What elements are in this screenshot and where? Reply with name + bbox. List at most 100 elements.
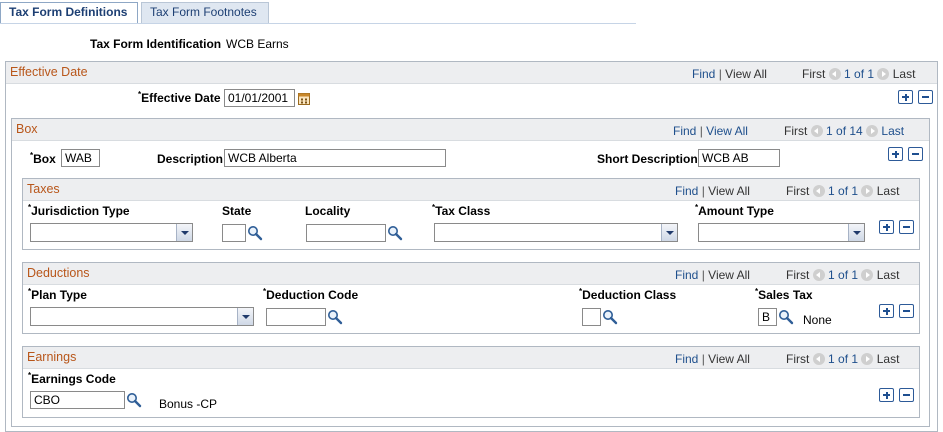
nav-separator: | bbox=[701, 268, 705, 282]
nav-separator: | bbox=[701, 184, 705, 198]
arrow-right-icon bbox=[877, 68, 890, 80]
arrow-left-icon bbox=[812, 269, 825, 281]
box-add-button[interactable] bbox=[888, 147, 903, 161]
effective-date-pager: First 1 of 1 Last bbox=[802, 67, 915, 81]
deduction-class-label: *Deduction Class bbox=[579, 287, 677, 302]
arrow-right-icon[interactable] bbox=[866, 125, 879, 137]
deduction-class-lookup-icon[interactable] bbox=[602, 309, 618, 325]
nav-separator: | bbox=[701, 352, 705, 366]
box-title: Box bbox=[16, 122, 38, 136]
taxes-page-indicator: 1 of 1 bbox=[828, 184, 859, 198]
taxes-find-link[interactable]: Find bbox=[675, 184, 698, 198]
box-first: First bbox=[784, 124, 808, 138]
sales-tax-lookup-icon[interactable] bbox=[778, 309, 794, 325]
deduction-class-input[interactable] bbox=[582, 308, 601, 326]
sales-tax-input[interactable]: B bbox=[758, 308, 777, 326]
tab-divider bbox=[0, 23, 636, 24]
tax-class-select[interactable] bbox=[434, 223, 678, 242]
state-input[interactable] bbox=[222, 224, 246, 242]
arrow-left-icon bbox=[828, 68, 841, 80]
earnings-find-link[interactable]: Find bbox=[675, 352, 698, 366]
nav-separator: | bbox=[718, 67, 722, 81]
description-input[interactable]: WCB Alberta bbox=[224, 149, 446, 167]
earnings-add-button[interactable] bbox=[879, 388, 894, 402]
deductions-last: Last bbox=[876, 268, 900, 282]
taxes-nav: Find | View All bbox=[675, 184, 750, 198]
plan-type-select[interactable] bbox=[30, 307, 254, 326]
chevron-down-icon[interactable] bbox=[848, 224, 864, 241]
chevron-down-icon[interactable] bbox=[176, 224, 192, 241]
short-description-label: Short Description bbox=[597, 152, 698, 166]
arrow-right-icon bbox=[861, 353, 874, 365]
tab-tax-form-definitions[interactable]: Tax Form Definitions bbox=[0, 2, 138, 24]
earnings-last: Last bbox=[876, 352, 900, 366]
arrow-right-icon bbox=[861, 185, 874, 197]
earnings-first: First bbox=[786, 352, 810, 366]
deductions-pager: First 1 of 1 Last bbox=[786, 268, 899, 282]
calendar-icon[interactable] bbox=[298, 92, 310, 105]
box-view-all-link[interactable]: View All bbox=[706, 124, 748, 138]
deductions-page-indicator: 1 of 1 bbox=[828, 268, 859, 282]
plan-type-label: *Plan Type bbox=[28, 287, 87, 302]
locality-lookup-icon[interactable] bbox=[387, 225, 403, 241]
box-input[interactable]: WAB bbox=[61, 149, 100, 167]
deductions-find-link[interactable]: Find bbox=[675, 268, 698, 282]
tax-class-label: *Tax Class bbox=[432, 203, 491, 218]
effective-date-title: Effective Date bbox=[10, 65, 88, 79]
nav-separator: | bbox=[699, 124, 703, 138]
deductions-add-button[interactable] bbox=[879, 304, 894, 318]
amount-type-select[interactable] bbox=[698, 223, 865, 242]
taxes-last: Last bbox=[876, 184, 900, 198]
effective-date-last: Last bbox=[892, 67, 916, 81]
earnings-code-lookup-icon[interactable] bbox=[126, 392, 142, 408]
short-description-input[interactable]: WCB AB bbox=[698, 149, 780, 167]
jurisdiction-type-select[interactable] bbox=[30, 223, 193, 242]
taxes-title: Taxes bbox=[27, 182, 60, 196]
deduction-code-input[interactable] bbox=[266, 308, 326, 326]
box-delete-button[interactable] bbox=[908, 147, 923, 161]
effective-date-add-button[interactable] bbox=[898, 90, 913, 104]
effective-date-find-link[interactable]: Find bbox=[692, 67, 715, 81]
deduction-code-lookup-icon[interactable] bbox=[327, 309, 343, 325]
taxes-delete-button[interactable] bbox=[899, 220, 914, 234]
locality-input[interactable] bbox=[306, 224, 386, 242]
effective-date-first: First bbox=[802, 67, 826, 81]
earnings-code-label: *Earnings Code bbox=[28, 371, 116, 386]
earnings-title: Earnings bbox=[27, 350, 77, 364]
box-find-link[interactable]: Find bbox=[673, 124, 696, 138]
earnings-header: Earnings Find | View All First 1 of 1 La… bbox=[23, 347, 919, 369]
arrow-right-icon bbox=[861, 269, 874, 281]
chevron-down-icon[interactable] bbox=[661, 224, 677, 241]
deductions-header: Deductions Find | View All First 1 of 1 … bbox=[23, 263, 919, 285]
taxes-first: First bbox=[786, 184, 810, 198]
state-lookup-icon[interactable] bbox=[247, 225, 263, 241]
sales-tax-description: None bbox=[803, 313, 832, 327]
earnings-group: Earnings Find | View All First 1 of 1 La… bbox=[22, 346, 920, 418]
arrow-left-icon bbox=[812, 353, 825, 365]
box-pager: First 1 of 14 Last bbox=[784, 124, 904, 138]
deductions-first: First bbox=[786, 268, 810, 282]
earnings-nav: Find | View All bbox=[675, 352, 750, 366]
deductions-delete-button[interactable] bbox=[899, 304, 914, 318]
taxes-pager: First 1 of 1 Last bbox=[786, 184, 899, 198]
tab-tax-form-footnotes[interactable]: Tax Form Footnotes bbox=[141, 2, 269, 23]
earnings-page-indicator: 1 of 1 bbox=[828, 352, 859, 366]
effective-date-nav: Find | View All bbox=[692, 67, 767, 81]
chevron-down-icon[interactable] bbox=[237, 308, 253, 325]
amount-type-label: *Amount Type bbox=[695, 203, 774, 218]
effective-date-input[interactable]: 01/01/2001 bbox=[224, 89, 295, 107]
box-last-link[interactable]: Last bbox=[881, 124, 904, 138]
earnings-code-description: Bonus -CP bbox=[159, 397, 218, 411]
tax-form-id-label: Tax Form Identification bbox=[90, 37, 222, 51]
earnings-delete-button[interactable] bbox=[899, 388, 914, 402]
effective-date-delete-button[interactable] bbox=[918, 90, 933, 104]
taxes-header: Taxes Find | View All First 1 of 1 Last bbox=[23, 179, 919, 201]
locality-label: Locality bbox=[305, 204, 351, 218]
earnings-code-input[interactable]: CBO bbox=[30, 391, 125, 409]
jurisdiction-type-label: *Jurisdiction Type bbox=[28, 203, 130, 218]
earnings-pager: First 1 of 1 Last bbox=[786, 352, 899, 366]
arrow-left-icon bbox=[810, 125, 823, 137]
deductions-title: Deductions bbox=[27, 266, 90, 280]
box-label: *Box bbox=[30, 151, 56, 166]
taxes-add-button[interactable] bbox=[879, 220, 894, 234]
